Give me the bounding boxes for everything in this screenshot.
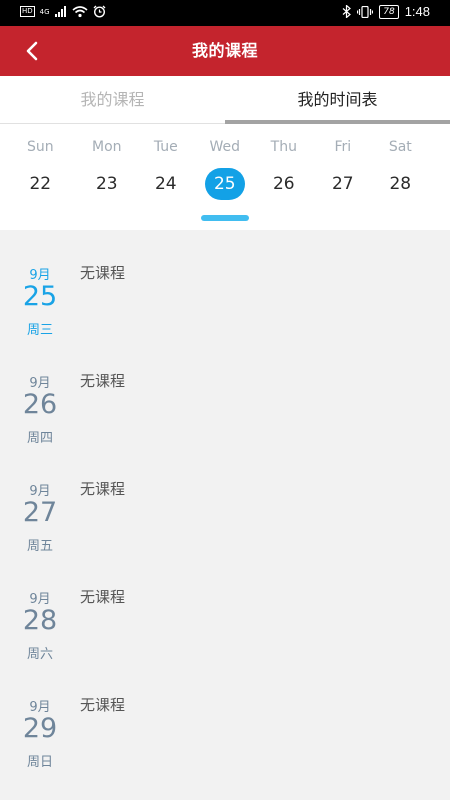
day-thu[interactable]: Thu 26 [255, 124, 314, 230]
day-number: 24 [154, 174, 177, 194]
day-mon[interactable]: Mon 23 [78, 124, 137, 230]
alarm-icon [93, 5, 106, 18]
vibrate-icon [357, 5, 374, 18]
status-right: 78 1:48 [342, 4, 430, 19]
entry-day: 29 [22, 713, 58, 744]
day-number-selected: 25 [204, 168, 245, 200]
week-strip: Sun 22 Mon 23 Tue 24 Wed 25 Thu 26 Fri 2… [0, 124, 450, 230]
day-of-week-label: Sun [26, 139, 54, 155]
no-course-text: 无课程 [80, 696, 126, 714]
day-number: 28 [389, 174, 412, 194]
day-wed[interactable]: Wed 25 [196, 124, 255, 230]
status-time: 1:48 [404, 4, 430, 19]
entry-day: 25 [22, 281, 58, 312]
day-of-week-label: Tue [153, 139, 178, 155]
day-of-week-label: Thu [270, 139, 297, 155]
entry-weekday: 周六 [26, 647, 53, 662]
tab-my-timetable[interactable]: 我的时间表 [225, 76, 450, 124]
schedule-entry[interactable]: 9月 26 周四 无课程 [0, 338, 450, 446]
day-number: 22 [29, 174, 52, 194]
day-of-week-label: Sat [388, 139, 412, 155]
entry-day: 28 [22, 605, 58, 636]
signal-icon [54, 6, 66, 17]
day-of-week-label: Fri [334, 139, 352, 155]
page-title: 我的课程 [191, 41, 258, 60]
day-sun[interactable]: Sun 22 [11, 124, 70, 230]
entry-weekday: 周五 [26, 539, 53, 554]
day-number: 27 [331, 174, 354, 194]
hd-icon: HD [20, 6, 35, 17]
wifi-icon [72, 5, 88, 17]
network-type: 4G [39, 7, 50, 16]
no-course-text: 无课程 [80, 264, 126, 282]
entry-weekday: 周三 [26, 323, 53, 338]
selected-day-indicator [200, 215, 249, 221]
no-course-text: 无课程 [80, 480, 126, 498]
day-number: 23 [95, 174, 118, 194]
day-of-week-label: Wed [209, 139, 241, 155]
battery-icon: 78 [379, 4, 399, 19]
entry-weekday: 周日 [26, 755, 53, 770]
tab-bar: 我的课程 我的时间表 [0, 76, 450, 124]
status-left: HD 4G [20, 5, 106, 18]
no-course-text: 无课程 [80, 372, 126, 390]
entry-day: 26 [22, 389, 58, 420]
schedule-list: 9月 25 周三 无课程 9月 26 周四 无课程 9月 27 周五 无课程 9… [0, 230, 450, 800]
app-bar: 我的课程 [0, 26, 450, 76]
status-bar: HD 4G 78 1:48 [0, 0, 450, 26]
bluetooth-icon [342, 5, 352, 18]
day-sat[interactable]: Sat 28 [371, 124, 430, 230]
entry-day: 27 [22, 497, 58, 528]
schedule-entry[interactable]: 9月 28 周六 无课程 [0, 554, 450, 662]
no-course-text: 无课程 [80, 588, 126, 606]
day-of-week-label: Mon [92, 139, 122, 155]
day-tue[interactable]: Tue 24 [137, 124, 196, 230]
schedule-entry[interactable]: 9月 29 周日 无课程 [0, 662, 450, 770]
schedule-entry[interactable]: 9月 25 周三 无课程 [0, 230, 450, 338]
schedule-entry[interactable]: 9月 27 周五 无课程 [0, 446, 450, 554]
tab-my-courses[interactable]: 我的课程 [0, 76, 225, 124]
entry-weekday: 周四 [26, 431, 53, 446]
day-fri[interactable]: Fri 27 [314, 124, 373, 230]
day-number: 26 [272, 174, 295, 194]
